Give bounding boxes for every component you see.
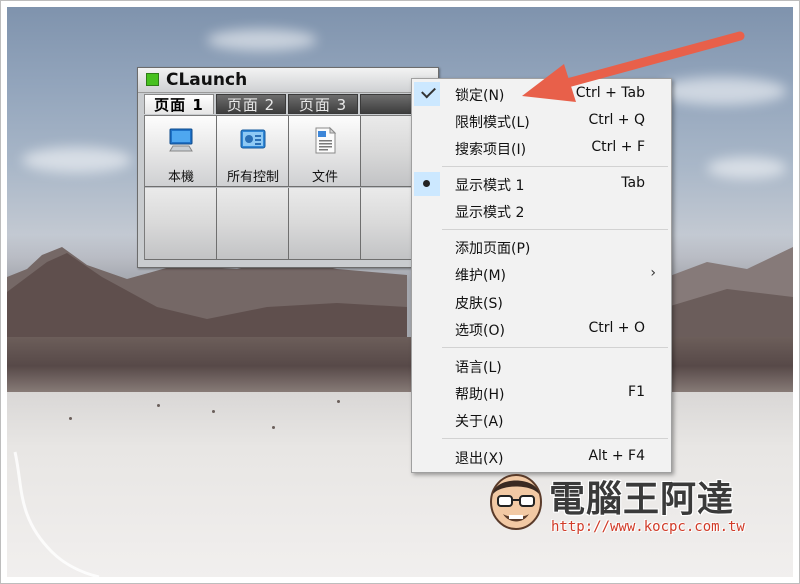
menu-item-shortcut: Tab <box>621 175 645 191</box>
watermark: 電腦王阿達 http://www.kocpc.com.tw <box>487 468 767 548</box>
menu-separator <box>442 166 668 167</box>
menu-item-exit[interactable]: 退出(X) Alt + F4 <box>414 445 669 469</box>
context-menu: 锁定(N) Ctrl + Tab 限制模式(L) Ctrl + Q 搜索项目(I… <box>411 78 672 473</box>
menu-item-shortcut: Alt + F4 <box>588 448 645 464</box>
tab-page-1[interactable]: 页面 1 <box>144 94 214 114</box>
claunch-title: CLaunch <box>166 70 248 90</box>
control-panel-icon <box>240 129 266 149</box>
menu-item-label: 帮助(H) <box>455 387 505 403</box>
watermark-title: 電腦王阿達 <box>549 479 735 520</box>
menu-item-label: 退出(X) <box>455 451 504 467</box>
menu-item-restrict-mode[interactable]: 限制模式(L) Ctrl + Q <box>414 109 669 133</box>
menu-item-label: 关于(A) <box>455 414 504 430</box>
menu-separator <box>442 438 668 439</box>
menu-item-label: 添加页面(P) <box>455 241 531 257</box>
menu-item-about[interactable]: 关于(A) <box>414 408 669 432</box>
mountain-base <box>7 337 793 395</box>
tab-page-3[interactable]: 页面 3 <box>288 94 358 114</box>
menu-item-help[interactable]: 帮助(H) F1 <box>414 381 669 405</box>
menu-separator <box>442 347 668 348</box>
menu-item-search[interactable]: 搜索项目(I) Ctrl + F <box>414 136 669 160</box>
menu-item-label: 限制模式(L) <box>455 115 530 131</box>
menu-item-language[interactable]: 语言(L) <box>414 354 669 378</box>
menu-item-label: 语言(L) <box>455 360 502 376</box>
menu-item-shortcut: Ctrl + Q <box>588 112 645 128</box>
menu-item-shortcut: Ctrl + O <box>588 320 645 336</box>
document-icon <box>315 126 337 154</box>
watermark-url: http://www.kocpc.com.tw <box>551 519 745 535</box>
launch-slot-empty[interactable] <box>217 188 289 260</box>
menu-item-shortcut: F1 <box>628 384 645 400</box>
launch-item-label: 本機 <box>167 170 194 185</box>
menu-item-label: 显示模式 1 <box>455 178 525 194</box>
claunch-window[interactable]: CLaunch 页面 1 页面 2 页面 3 本機 所有控制 文件 <box>137 67 439 268</box>
launch-item-computer[interactable]: 本機 <box>145 116 217 187</box>
launch-item-label: 文件 <box>311 170 338 185</box>
menu-check-area <box>414 82 440 106</box>
menu-item-label: 选项(O) <box>455 323 505 339</box>
menu-item-label: 维护(M) <box>455 268 507 284</box>
annotation-arrow-icon <box>522 31 745 102</box>
menu-item-skin[interactable]: 皮肤(S) <box>414 290 669 314</box>
menu-item-display-mode-1[interactable]: 显示模式 1 Tab <box>414 172 669 196</box>
menu-item-label: 皮肤(S) <box>455 296 503 312</box>
launch-item-documents[interactable]: 文件 <box>289 116 361 187</box>
menu-item-maintenance[interactable]: 维护(M) › <box>414 262 669 286</box>
claunch-item-grid: 本機 所有控制 文件 <box>144 115 433 260</box>
menu-item-label: 显示模式 2 <box>455 205 525 221</box>
mascot-face-icon <box>490 474 542 530</box>
claunch-titlebar[interactable]: CLaunch <box>138 68 438 93</box>
launch-slot-empty[interactable] <box>145 188 217 260</box>
menu-item-options[interactable]: 选项(O) Ctrl + O <box>414 317 669 341</box>
claunch-logo-icon <box>146 73 159 86</box>
launch-item-control-panel[interactable]: 所有控制 <box>217 116 289 187</box>
launch-item-label: 所有控制 <box>226 170 279 185</box>
menu-item-display-mode-2[interactable]: 显示模式 2 <box>414 199 669 223</box>
tab-page-2[interactable]: 页面 2 <box>216 94 286 114</box>
radio-dot-icon <box>423 180 430 187</box>
menu-item-label: 锁定(N) <box>455 88 505 104</box>
checkmark-icon <box>421 83 436 99</box>
menu-radio-area <box>414 172 440 196</box>
launch-slot-empty[interactable] <box>289 188 361 260</box>
submenu-chevron-right-icon: › <box>650 265 656 281</box>
menu-separator <box>442 229 668 230</box>
menu-item-add-page[interactable]: 添加页面(P) <box>414 235 669 259</box>
computer-icon <box>169 128 193 152</box>
menu-item-shortcut: Ctrl + F <box>591 139 645 155</box>
menu-item-label: 搜索项目(I) <box>455 142 527 158</box>
